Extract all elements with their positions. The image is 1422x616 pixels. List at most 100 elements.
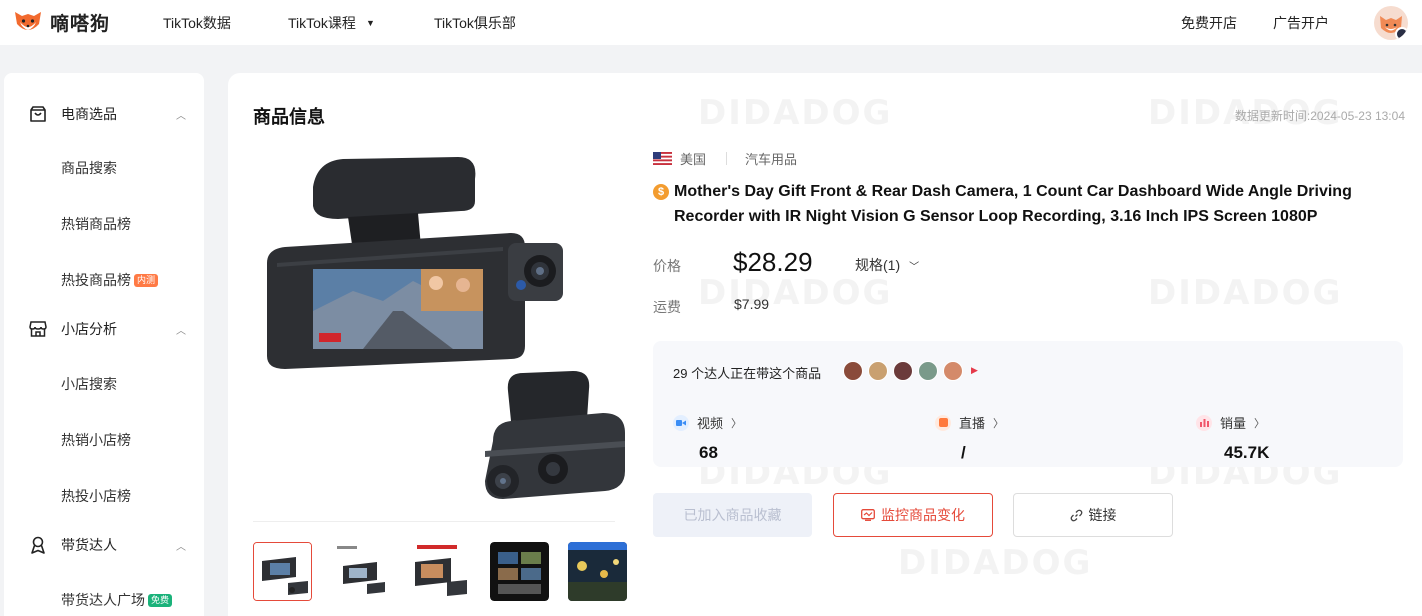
product-thumbnail[interactable]: [490, 542, 549, 601]
shipping-fee: $7.99: [734, 296, 770, 312]
brand-name: 嘀嗒狗: [50, 13, 111, 35]
thumbnail-divider: [253, 521, 615, 522]
caret-right-icon[interactable]: ▶: [971, 365, 978, 376]
creators-count-text: 29 个达人正在带这个商品: [673, 366, 822, 381]
nav-tiktok-course[interactable]: TikTok课程 ▼: [288, 13, 375, 33]
chevron-up-icon: ︿: [176, 541, 186, 553]
product-thumbnail[interactable]: [568, 542, 627, 601]
stat-label: 销量: [1220, 416, 1247, 431]
shopping-bag-icon: [30, 106, 46, 122]
product-thumbnail[interactable]: [411, 542, 470, 601]
sidebar-group-label: 电商选品: [61, 106, 117, 122]
product-info-panel: DIDADOG DIDADOG DIDADOG DIDADOG DIDADOG …: [228, 73, 1422, 616]
user-avatar[interactable]: [1374, 6, 1408, 40]
chevron-right-icon: 〉: [1254, 417, 1266, 430]
watermark: DIDADOG: [898, 543, 1093, 583]
nav-tiktok-data[interactable]: TikTok数据: [163, 13, 231, 33]
sidebar-item-label: 带货达人广场: [61, 592, 145, 608]
brand-logo[interactable]: 嘀嗒狗: [12, 6, 110, 38]
caret-down-icon: ▼: [365, 18, 375, 28]
sidebar-item-hot-shops[interactable]: 热销小店榜: [61, 430, 131, 450]
sidebar-group-product-selection[interactable]: 电商选品 ︿: [4, 104, 204, 124]
chevron-right-icon: 〉: [731, 417, 743, 430]
watermark: DIDADOG: [1148, 273, 1343, 313]
creator-avatar[interactable]: [943, 361, 963, 381]
sidebar-group-creators[interactable]: 带货达人 ︿: [4, 535, 204, 555]
sidebar-item-label: 热投商品榜: [61, 272, 131, 288]
chevron-up-icon: ︿: [176, 110, 186, 122]
price-label: 价格: [653, 258, 681, 274]
beta-badge: 内测: [134, 273, 159, 287]
stat-live-link[interactable]: 直播 〉: [935, 413, 1004, 432]
top-navbar: 嘀嗒狗 TikTok数据 TikTok课程 ▼ TikTok俱乐部 免费开店 广…: [0, 0, 1422, 45]
creator-avatar[interactable]: [918, 361, 938, 381]
thumbnail-image: [490, 542, 549, 601]
thumbnail-image: [254, 543, 311, 600]
sidebar: 电商选品 ︿ 商品搜索 热销商品榜 热投商品榜 内测 小店分析 ︿ 小店搜索 热…: [4, 73, 204, 616]
sidebar-item-shop-search[interactable]: 小店搜索: [61, 374, 117, 394]
sales-chart-icon: [1196, 414, 1212, 431]
nav-tiktok-club[interactable]: TikTok俱乐部: [434, 13, 516, 33]
section-title: 商品信息: [253, 107, 325, 127]
creator-avatar[interactable]: [843, 361, 863, 381]
free-badge: 免费: [148, 593, 173, 607]
chevron-up-icon: ︿: [176, 325, 186, 337]
thumbnail-image: [411, 542, 470, 601]
thumbnail-image: [568, 542, 627, 601]
live-icon: [935, 414, 951, 431]
product-meta: 美国 汽车用品: [653, 149, 797, 168]
stat-label: 视频: [697, 416, 724, 431]
stat-video-link[interactable]: 视频 〉: [673, 413, 742, 432]
sidebar-item-hot-ad-products[interactable]: 热投商品榜 内测: [61, 270, 159, 290]
spec-label: 规格(1): [855, 257, 901, 273]
add-to-favorites-button[interactable]: 已加入商品收藏: [653, 493, 812, 537]
us-flag-icon: [653, 152, 672, 165]
sidebar-item-hot-ad-shops[interactable]: 热投小店榜: [61, 486, 131, 506]
monitor-button-label: 监控商品变化: [881, 507, 965, 523]
product-main-image: [267, 157, 625, 499]
monitor-product-button[interactable]: 监控商品变化: [833, 493, 993, 537]
stat-live-value: /: [961, 443, 966, 462]
link-icon: [1070, 509, 1083, 522]
creator-icon: [31, 536, 45, 554]
creator-stats-card: 29 个达人正在带这个商品 ▶ 视频 〉 68 直播 〉 / 销量 〉 45.7…: [653, 341, 1403, 467]
creator-avatar[interactable]: [868, 361, 888, 381]
sidebar-group-label: 小店分析: [61, 321, 117, 337]
monitor-icon: [861, 509, 875, 521]
creator-avatar[interactable]: [893, 361, 913, 381]
data-update-time: 数据更新时间:2024-05-23 13:04: [1234, 109, 1405, 123]
dollar-coin-icon: $: [653, 184, 669, 200]
watermark: DIDADOG: [698, 273, 893, 313]
sidebar-item-product-search[interactable]: 商品搜索: [61, 158, 117, 178]
chevron-right-icon: 〉: [993, 417, 1005, 430]
vip-badge-icon: [1395, 27, 1408, 40]
divider: [726, 152, 728, 165]
product-price: $28.29: [733, 247, 813, 277]
store-icon: [29, 321, 47, 337]
spec-dropdown[interactable]: 规格(1) ﹀: [855, 255, 919, 275]
product-thumbnail[interactable]: [333, 542, 392, 601]
fox-logo-icon: [15, 12, 41, 30]
watermark: DIDADOG: [698, 93, 893, 133]
chevron-down-icon: ﹀: [909, 261, 920, 273]
sidebar-item-hot-products[interactable]: 热销商品榜: [61, 214, 131, 234]
stat-sales-link[interactable]: 销量 〉: [1196, 413, 1265, 432]
product-thumbnail[interactable]: [253, 542, 312, 601]
product-category: 汽车用品: [745, 152, 798, 167]
stat-sales-value: 45.7K: [1224, 443, 1270, 462]
ad-account-link[interactable]: 广告开户: [1273, 13, 1329, 33]
sidebar-item-creator-plaza[interactable]: 带货达人广场 免费: [61, 590, 173, 610]
link-button-label: 链接: [1088, 507, 1117, 523]
product-link-button[interactable]: 链接: [1013, 493, 1173, 537]
sidebar-group-shop-analysis[interactable]: 小店分析 ︿: [4, 319, 204, 339]
nav-tiktok-course-label: TikTok课程: [288, 15, 356, 31]
stat-video-value: 68: [699, 443, 718, 462]
thumbnail-image: [333, 542, 392, 601]
product-title[interactable]: Mother's Day Gift Front & Rear Dash Came…: [674, 179, 1384, 229]
shipping-label: 运费: [653, 299, 681, 315]
sidebar-group-label: 带货达人: [61, 537, 117, 553]
free-open-store-link[interactable]: 免费开店: [1181, 13, 1237, 33]
stat-label: 直播: [959, 416, 986, 431]
product-country: 美国: [680, 152, 707, 167]
video-icon: [673, 414, 689, 431]
